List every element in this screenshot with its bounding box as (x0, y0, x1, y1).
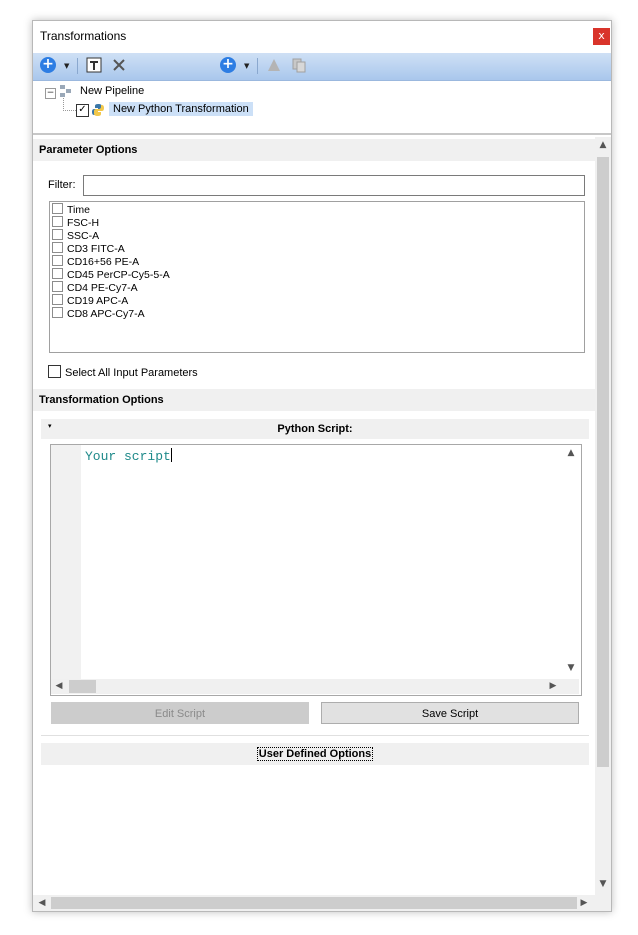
tree-child-label[interactable]: New Python Transformation (109, 102, 253, 116)
parameter-item[interactable]: CD45 PerCP-Cy5-5-A (52, 268, 170, 281)
parameter-options-header: Parameter Options (33, 139, 595, 161)
select-all-checkbox[interactable]: Select All Input Parameters (48, 365, 198, 379)
checkbox-icon[interactable] (52, 203, 63, 214)
checkbox-icon[interactable] (48, 365, 61, 378)
parameter-label: Time (67, 204, 90, 216)
save-script-button[interactable]: Save Script (321, 702, 579, 724)
pipeline-icon (59, 84, 73, 98)
parameter-item[interactable]: Time (52, 203, 90, 216)
user-defined-options-label[interactable]: User Defined Options (256, 747, 374, 761)
window-title: Transformations (40, 29, 127, 43)
parameter-label: FSC-H (67, 217, 100, 229)
transformations-window: Transformations x + ▼ + ▼ − New Pipeline… (32, 20, 612, 912)
script-editor[interactable]: Your script ▲ ▼ ◀ ▶ (50, 444, 582, 696)
parameter-label: CD16+56 PE-A (67, 256, 140, 268)
copy-icon[interactable] (291, 57, 307, 75)
filter-label: Filter: (48, 179, 76, 191)
parameter-item[interactable]: CD19 APC-A (52, 294, 128, 307)
collapse-toggle-icon[interactable]: − (45, 88, 56, 99)
checkbox-icon[interactable] (52, 294, 63, 305)
line-gutter (51, 445, 81, 679)
dropdown-icon[interactable]: ▼ (244, 57, 249, 75)
panel-vertical-scrollbar[interactable]: ▲ ▼ (595, 137, 611, 895)
panel-horizontal-scrollbar[interactable]: ◀ ▶ (33, 895, 595, 911)
text-icon[interactable] (86, 57, 102, 75)
filter-input[interactable] (83, 175, 585, 196)
toolbar-separator (77, 58, 78, 74)
checkbox-icon[interactable] (52, 281, 63, 292)
divider (41, 735, 589, 736)
parameter-item[interactable]: SSC-A (52, 229, 99, 242)
node-checkbox[interactable]: ✓ (76, 104, 89, 117)
parameter-item[interactable]: CD4 PE-Cy7-A (52, 281, 138, 294)
delete-icon[interactable] (111, 57, 127, 75)
parameter-item[interactable]: CD16+56 PE-A (52, 255, 139, 268)
parameter-label: SSC-A (67, 230, 100, 242)
parameter-list: Time FSC-H SSC-A CD3 FITC-A CD16+56 PE-A… (49, 201, 585, 353)
toolbar: + ▼ + ▼ (33, 53, 611, 81)
parameter-item[interactable]: CD8 APC-Cy7-A (52, 307, 145, 320)
scroll-left-icon[interactable]: ◀ (37, 898, 47, 908)
checkbox-icon[interactable] (52, 307, 63, 318)
add-step-icon[interactable]: + (220, 57, 236, 73)
scrollbar-thumb[interactable] (51, 897, 577, 909)
scroll-left-icon[interactable]: ◀ (54, 681, 64, 691)
text-cursor (170, 448, 172, 462)
scroll-right-icon[interactable]: ▶ (548, 681, 558, 691)
options-panel: Parameter Options Filter: Time FSC-H SSC… (33, 137, 595, 895)
checkbox-icon[interactable] (52, 216, 63, 227)
parameter-label: CD19 APC-A (67, 295, 129, 307)
title-bar: Transformations x (33, 21, 611, 51)
checkbox-icon[interactable] (52, 242, 63, 253)
parameter-label: CD45 PerCP-Cy5-5-A (67, 269, 170, 281)
edit-script-button[interactable]: Edit Script (51, 702, 309, 724)
tree-connector (63, 98, 76, 111)
python-script-bar[interactable]: ▾ Python Script: (41, 419, 589, 439)
toolbar-separator (257, 58, 258, 74)
scrollbar-thumb[interactable] (597, 157, 609, 767)
parameter-item[interactable]: FSC-H (52, 216, 99, 229)
dropdown-icon[interactable]: ▼ (64, 57, 69, 75)
parameter-item[interactable]: CD3 FITC-A (52, 242, 125, 255)
parameter-label: CD3 FITC-A (67, 243, 125, 255)
tree-root-label[interactable]: New Pipeline (80, 85, 144, 97)
scroll-down-icon[interactable]: ▼ (565, 663, 577, 673)
parameter-label: CD8 APC-Cy7-A (67, 308, 145, 320)
select-all-label: Select All Input Parameters (65, 367, 198, 379)
parameter-label: CD4 PE-Cy7-A (67, 282, 138, 294)
script-text[interactable]: Your script (85, 448, 172, 464)
checkbox-icon[interactable] (52, 268, 63, 279)
pipeline-tree: − New Pipeline ✓ New Python Transformati… (33, 81, 611, 135)
checkbox-icon[interactable] (52, 255, 63, 266)
user-defined-options-bar[interactable]: User Defined Options (41, 743, 589, 765)
python-script-label: Python Script: (277, 423, 353, 435)
move-up-icon[interactable] (266, 57, 282, 75)
scroll-up-icon[interactable]: ▲ (565, 448, 577, 458)
transformation-options-header: Transformation Options (33, 389, 595, 411)
close-button[interactable]: x (593, 28, 610, 45)
scroll-down-icon[interactable]: ▼ (598, 879, 608, 889)
add-icon[interactable]: + (40, 57, 56, 73)
checkbox-icon[interactable] (52, 229, 63, 240)
editor-horizontal-scrollbar[interactable]: ◀ ▶ (51, 679, 579, 694)
python-icon (91, 103, 105, 117)
scrollbar-corner (595, 895, 611, 911)
scroll-up-icon[interactable]: ▲ (598, 140, 608, 150)
scrollbar-thumb[interactable] (69, 680, 96, 693)
scroll-right-icon[interactable]: ▶ (579, 898, 589, 908)
